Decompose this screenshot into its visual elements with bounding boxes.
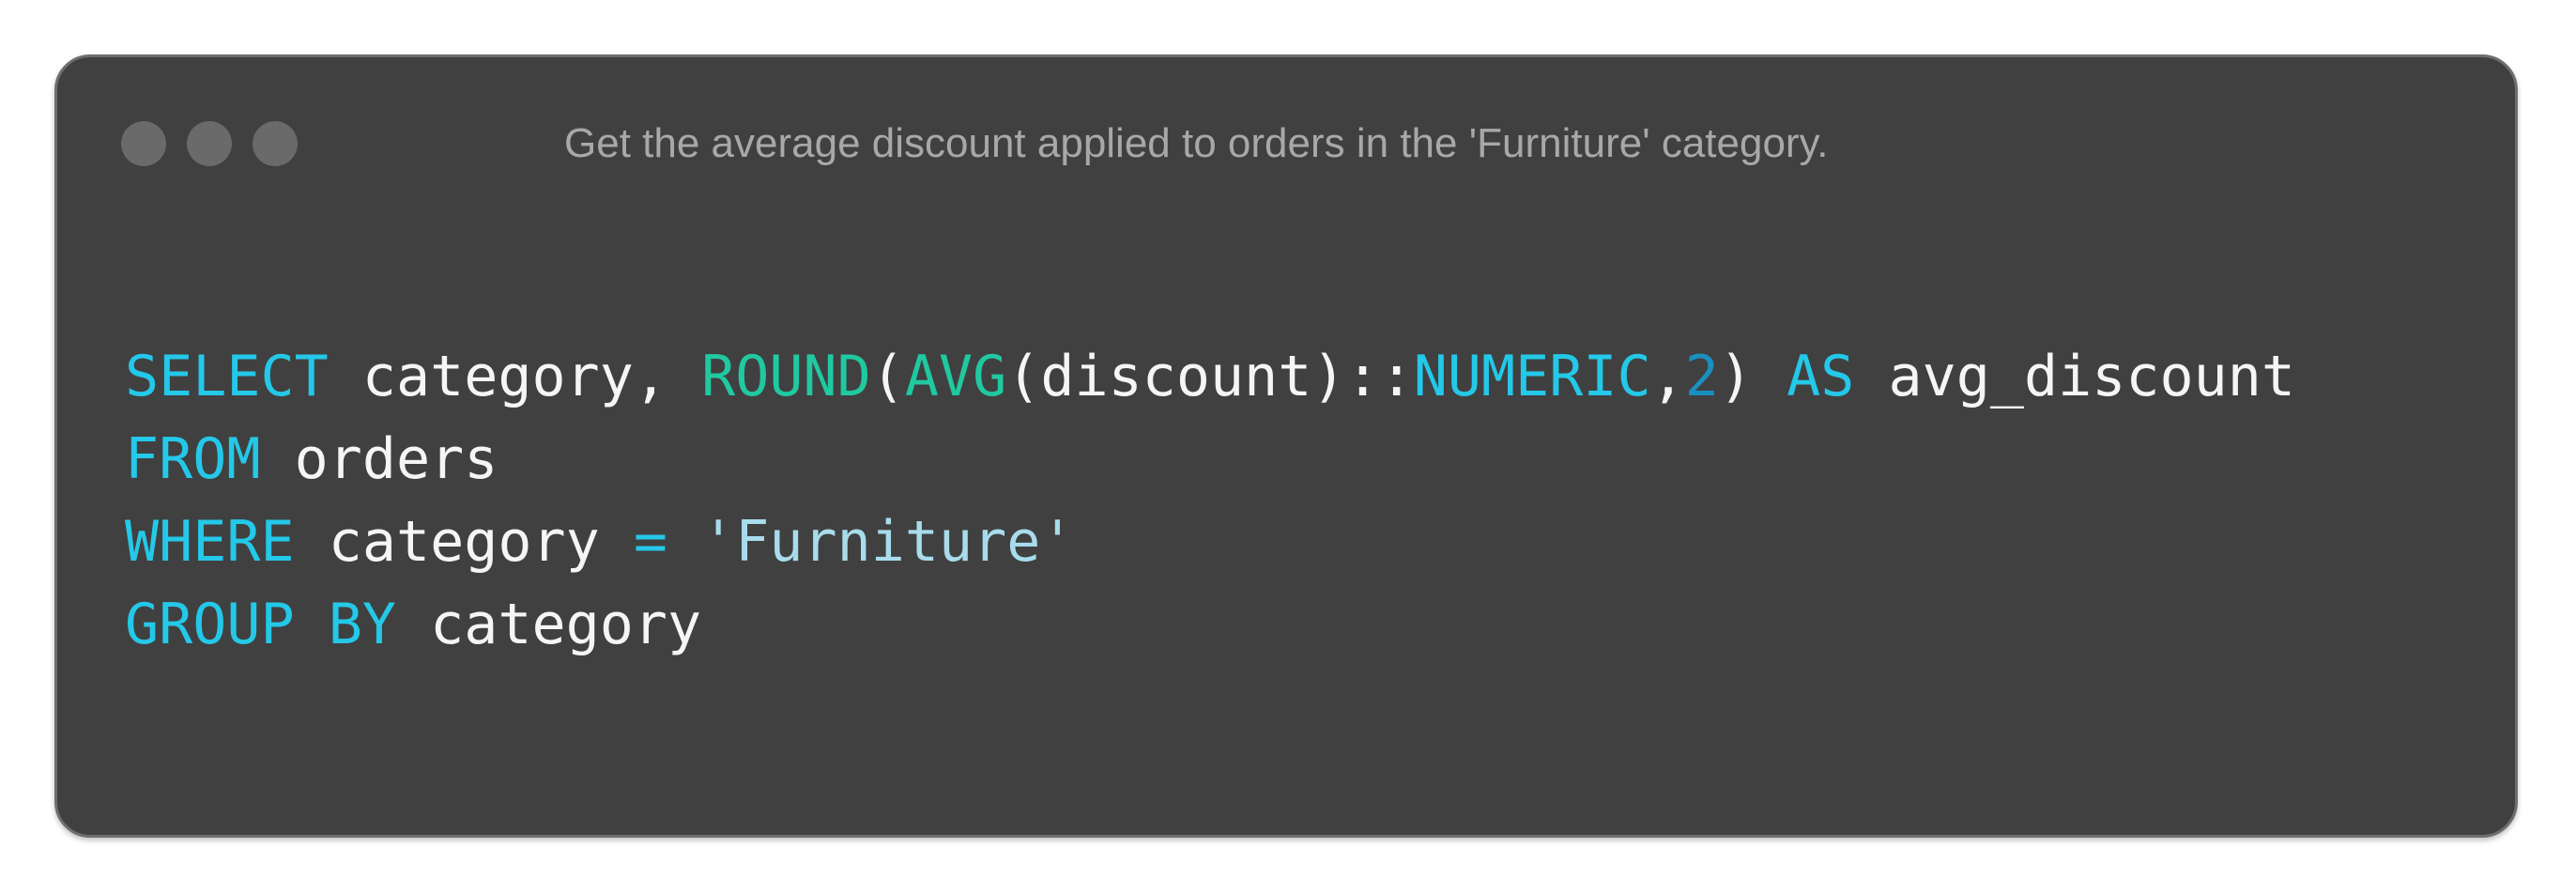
code-token-kw: FROM <box>125 426 261 492</box>
minimize-dot-icon[interactable] <box>187 121 232 166</box>
close-dot-icon[interactable] <box>121 121 166 166</box>
window-title: Get the average discount applied to orde… <box>564 120 1829 166</box>
code-token-op: = <box>633 509 667 575</box>
code-line: FROM orders <box>125 418 2295 501</box>
code-token-kw: SELECT <box>125 344 329 409</box>
code-token-fn: ROUND <box>701 344 871 409</box>
code-token-str: 'Furniture' <box>701 509 1075 575</box>
code-token-pl: ( <box>870 344 905 409</box>
code-token-pl: category <box>395 592 702 657</box>
code-line: GROUP BY category <box>125 583 2295 666</box>
code-token-num: 2 <box>1684 344 1719 409</box>
maximize-dot-icon[interactable] <box>253 121 298 166</box>
code-token-pl: category <box>294 509 634 575</box>
code-window: Get the average discount applied to orde… <box>54 54 2518 838</box>
code-token-kw: WHERE <box>125 509 295 575</box>
window-controls <box>121 121 298 166</box>
code-token-pl: (discount):: <box>1006 344 1414 409</box>
code-token-pl: category, <box>328 344 702 409</box>
code-line: WHERE category = 'Furniture' <box>125 501 2295 583</box>
code-token-kw: AS <box>1786 344 1855 409</box>
code-token-fn: AVG <box>904 344 1007 409</box>
code-token-pl: avg_discount <box>1854 344 2295 409</box>
code-token-pl: ) <box>1718 344 1787 409</box>
code-token-pl: orders <box>260 426 498 492</box>
code-token-pl: , <box>1650 344 1685 409</box>
code-token-kw: GROUP BY <box>125 592 396 657</box>
code-block: SELECT category, ROUND(AVG(discount)::NU… <box>125 335 2295 666</box>
code-token-kw: NUMERIC <box>1413 344 1651 409</box>
code-line: SELECT category, ROUND(AVG(discount)::NU… <box>125 335 2295 418</box>
